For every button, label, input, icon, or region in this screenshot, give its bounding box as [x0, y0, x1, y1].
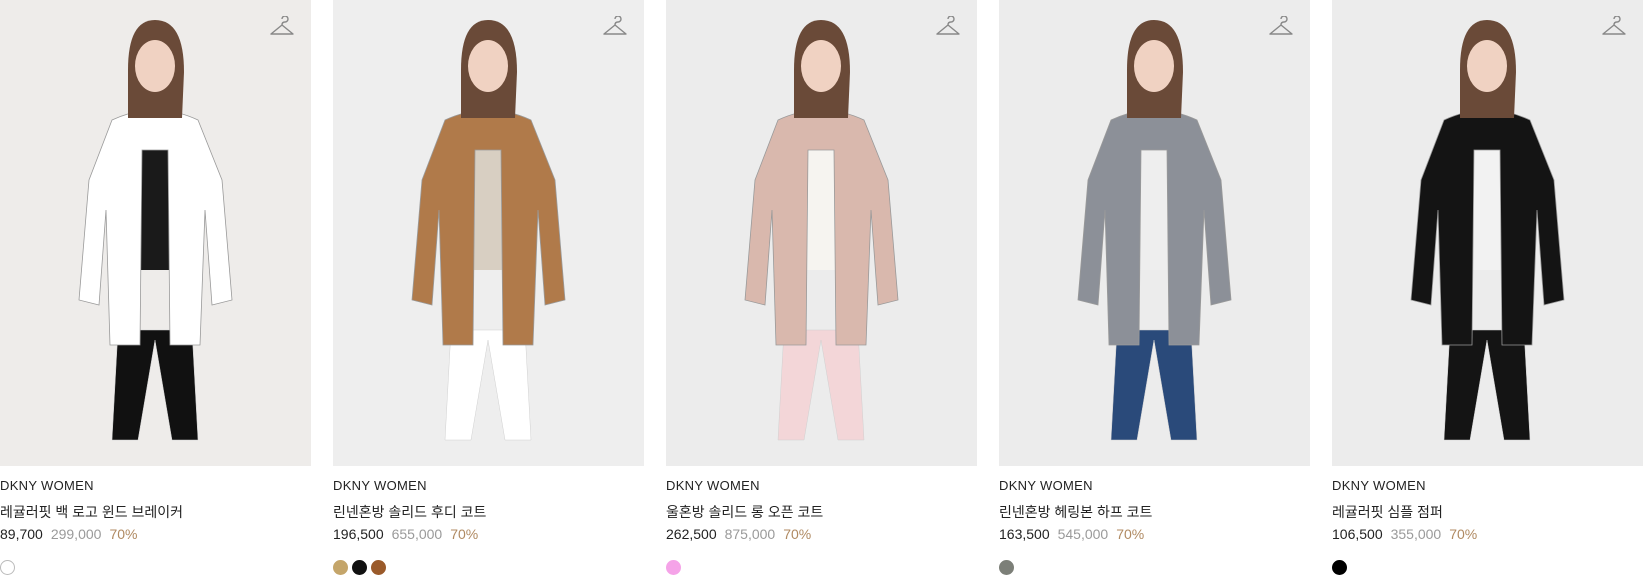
product-name[interactable]: 린넨혼방 헤링본 하프 코트	[999, 502, 1152, 522]
model-face	[1467, 40, 1507, 92]
price-row: 196,500 655,000 70%	[333, 526, 486, 542]
hanger-icon[interactable]	[602, 16, 628, 40]
discount-rate: 70%	[1449, 526, 1478, 542]
model-face	[801, 40, 841, 92]
discount-rate: 70%	[1116, 526, 1145, 542]
discount-rate: 70%	[450, 526, 479, 542]
original-price: 875,000	[724, 526, 776, 542]
color-swatch[interactable]	[333, 560, 348, 575]
color-swatches	[333, 560, 386, 576]
sale-price: 163,500	[999, 526, 1050, 542]
color-swatch[interactable]	[371, 560, 386, 575]
product-photo	[333, 0, 644, 466]
original-price: 655,000	[391, 526, 443, 542]
product-image[interactable]	[999, 0, 1310, 466]
hanger-icon[interactable]	[1601, 16, 1627, 40]
color-swatch[interactable]	[0, 560, 15, 575]
product-photo	[666, 0, 977, 466]
price-row: 262,500 875,000 70%	[666, 526, 819, 542]
product-image[interactable]	[666, 0, 977, 466]
price-row: 106,500 355,000 70%	[1332, 526, 1485, 542]
price-row: 89,700 299,000 70%	[0, 526, 145, 542]
color-swatches	[1332, 560, 1347, 576]
product-name[interactable]: 레귤러핏 심플 점퍼	[1332, 502, 1443, 522]
model-face	[468, 40, 508, 92]
product-name[interactable]: 린넨혼방 솔리드 후디 코트	[333, 502, 486, 522]
brand-label: DKNY WOMEN	[999, 478, 1093, 493]
color-swatch[interactable]	[352, 560, 367, 575]
product-photo	[999, 0, 1310, 466]
product-grid: DKNY WOMEN 레귤러핏 백 로고 윈드 브레이커 89,700 299,0…	[0, 0, 1644, 582]
discount-rate: 70%	[783, 526, 812, 542]
product-name[interactable]: 레귤러핏 백 로고 윈드 브레이커	[0, 502, 183, 522]
product-photo	[0, 0, 311, 466]
hanger-icon[interactable]	[935, 16, 961, 40]
model-face	[135, 40, 175, 92]
brand-label: DKNY WOMEN	[0, 478, 94, 493]
original-price: 299,000	[50, 526, 102, 542]
hanger-icon[interactable]	[1268, 16, 1294, 40]
product-name[interactable]: 울혼방 솔리드 롱 오픈 코트	[666, 502, 823, 522]
original-price: 355,000	[1390, 526, 1442, 542]
brand-label: DKNY WOMEN	[1332, 478, 1426, 493]
color-swatches	[666, 560, 681, 576]
product-image[interactable]	[0, 0, 311, 466]
original-price: 545,000	[1057, 526, 1109, 542]
product-card[interactable]: DKNY WOMEN 레귤러핏 심플 점퍼 106,500 355,000 70%	[1332, 0, 1643, 582]
model-face	[1134, 40, 1174, 92]
brand-label: DKNY WOMEN	[333, 478, 427, 493]
product-photo	[1332, 0, 1643, 466]
product-card[interactable]: DKNY WOMEN 울혼방 솔리드 롱 오픈 코트 262,500 875,00…	[666, 0, 977, 582]
hanger-icon[interactable]	[269, 16, 295, 40]
brand-label: DKNY WOMEN	[666, 478, 760, 493]
sale-price: 106,500	[1332, 526, 1383, 542]
product-card[interactable]: DKNY WOMEN 린넨혼방 헤링본 하프 코트 163,500 545,000…	[999, 0, 1310, 582]
color-swatches	[999, 560, 1014, 576]
price-row: 163,500 545,000 70%	[999, 526, 1152, 542]
product-image[interactable]	[333, 0, 644, 466]
product-card[interactable]: DKNY WOMEN 레귤러핏 백 로고 윈드 브레이커 89,700 299,0…	[0, 0, 311, 582]
color-swatch[interactable]	[666, 560, 681, 575]
discount-rate: 70%	[109, 526, 138, 542]
sale-price: 89,700	[0, 526, 43, 542]
sale-price: 262,500	[666, 526, 717, 542]
product-image[interactable]	[1332, 0, 1643, 466]
product-card[interactable]: DKNY WOMEN 린넨혼방 솔리드 후디 코트 196,500 655,000…	[333, 0, 644, 582]
color-swatch[interactable]	[999, 560, 1014, 575]
color-swatches	[0, 560, 15, 576]
color-swatch[interactable]	[1332, 560, 1347, 575]
sale-price: 196,500	[333, 526, 384, 542]
